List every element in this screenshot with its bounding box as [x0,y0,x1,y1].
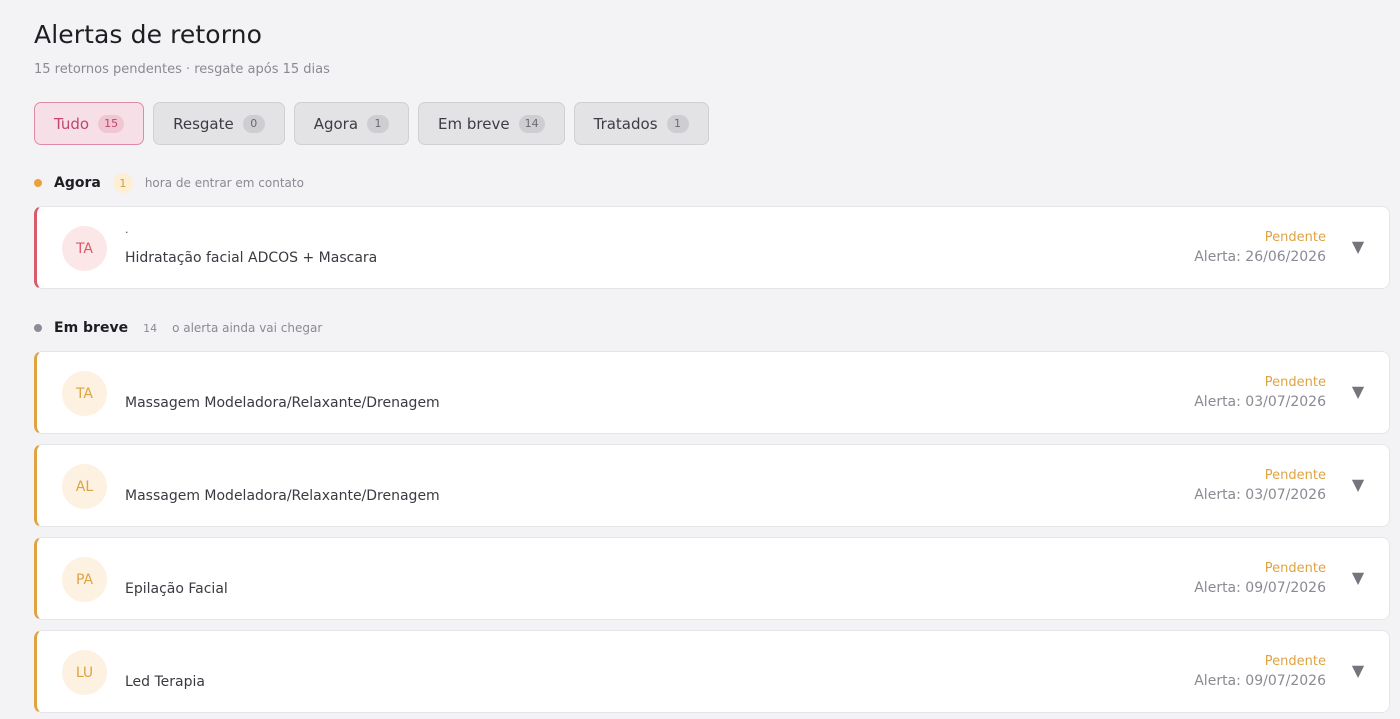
tab-label: Tudo [54,114,90,133]
section-title: Agora [54,175,101,191]
chevron-down-icon[interactable]: ▼ [1349,235,1367,257]
status-label: Pendente [1264,468,1326,483]
chevron-down-icon[interactable]: ▼ [1349,380,1367,402]
page-subtitle: 15 retornos pendentes · resgate após 15 … [34,62,330,77]
tab-count-badge: 14 [518,114,545,133]
tab-label: Em breve [438,114,510,133]
tab-soon[interactable]: Em breve 14 [418,102,565,145]
section-title: Em breve [54,320,129,336]
avatar: TA [62,226,107,271]
alert-card[interactable]: TA . Hidratação facial ADCOS + Mascara P… [34,206,1390,289]
alert-date: Alerta: 03/07/2026 [1194,487,1326,503]
tab-count-badge: 1 [666,114,689,133]
status-label: Pendente [1264,230,1326,245]
tab-count-badge: 1 [367,114,390,133]
chevron-down-icon[interactable]: ▼ [1349,566,1367,588]
alert-card[interactable]: AL Massagem Modeladora/Relaxante/Drenage… [34,444,1390,527]
alert-date: Alerta: 03/07/2026 [1194,394,1326,410]
tab-rescue[interactable]: Resgate 0 [153,102,285,145]
alert-date: Alerta: 09/07/2026 [1194,673,1326,689]
tab-now[interactable]: Agora 1 [293,102,410,145]
client-name: . [125,223,129,236]
chevron-down-icon[interactable]: ▼ [1349,473,1367,495]
alert-card[interactable]: PA Epilação Facial Pendente Alerta: 09/0… [34,537,1390,620]
status-label: Pendente [1264,561,1326,576]
service-name: Massagem Modeladora/Relaxante/Drenagem [125,488,440,504]
tab-handled[interactable]: Tratados 1 [573,102,709,145]
avatar: AL [62,464,107,509]
return-alerts-page: Alertas de retorno 15 retornos pendentes… [0,0,1400,719]
tab-all[interactable]: Tudo 15 [34,102,145,145]
avatar: LU [62,650,107,695]
status-label: Pendente [1264,375,1326,390]
avatar: TA [62,371,107,416]
section-count-badge: 1 [112,173,133,193]
tab-label: Tratados [593,114,658,133]
page-title: Alertas de retorno [34,20,262,49]
service-name: Led Terapia [125,674,205,690]
filter-tabs: Tudo 15 Resgate 0 Agora 1 Em breve 14 Tr… [34,102,709,145]
section-description: o alerta ainda vai chegar [172,321,323,335]
alert-card[interactable]: LU Led Terapia Pendente Alerta: 09/07/20… [34,630,1390,713]
section-description: hora de entrar em contato [144,176,304,190]
service-name: Epilação Facial [125,581,228,597]
status-dot-icon [34,179,42,187]
avatar: PA [62,557,107,602]
status-dot-icon [34,324,42,332]
tab-label: Agora [313,114,359,133]
alert-date: Alerta: 09/07/2026 [1194,580,1326,596]
status-label: Pendente [1264,654,1326,669]
alert-date: Alerta: 26/06/2026 [1194,249,1326,265]
tab-label: Resgate [173,114,234,133]
section-count-badge: 14 [143,321,158,335]
service-name: Hidratação facial ADCOS + Mascara [125,250,378,266]
tab-count-badge: 0 [242,114,265,133]
section-header-soon: Em breve 14 o alerta ainda vai chegar [34,318,322,338]
section-header-now: Agora 1 hora de entrar em contato [34,173,304,193]
service-name: Massagem Modeladora/Relaxante/Drenagem [125,395,440,411]
alert-card[interactable]: TA Massagem Modeladora/Relaxante/Drenage… [34,351,1390,434]
chevron-down-icon[interactable]: ▼ [1349,659,1367,681]
tab-count-badge: 15 [98,114,125,133]
